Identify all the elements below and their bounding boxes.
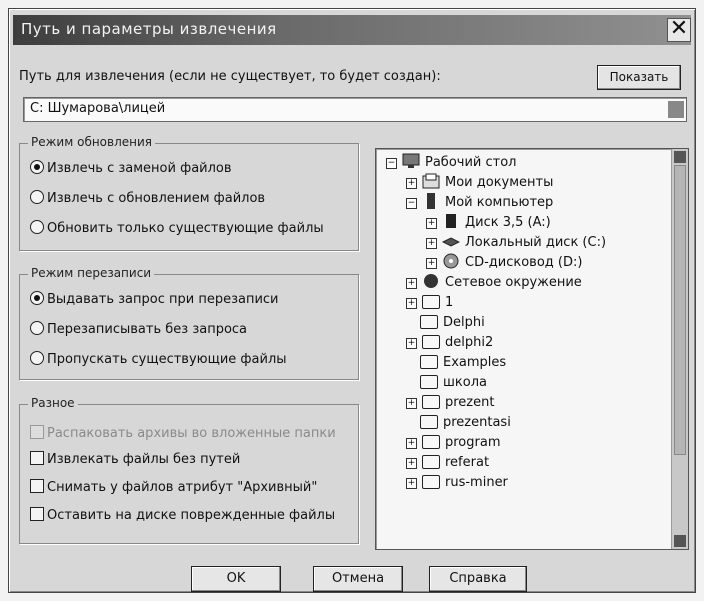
show-button[interactable]: Показать xyxy=(597,65,681,90)
path-label: Путь для извлечения (если не существует,… xyxy=(19,69,441,84)
desktop-icon xyxy=(402,153,420,168)
folder-icon xyxy=(422,395,440,409)
tree-item-folder[interactable]: + rus-miner xyxy=(406,473,508,493)
close-icon: ✕ xyxy=(669,16,689,41)
close-button[interactable]: ✕ xyxy=(667,18,691,42)
network-icon xyxy=(424,274,438,288)
misc-option-archive-attr[interactable]: Снимать у файлов атрибут "Архивный" xyxy=(30,479,317,497)
overwrite-mode-group: Режим перезаписи Выдавать запрос при пер… xyxy=(19,266,359,380)
tree-item-my-computer[interactable]: − Мой компьютер xyxy=(406,193,553,213)
tree-item-desktop[interactable]: − Рабочий стол xyxy=(386,153,516,173)
tree-item-folder[interactable]: +1 xyxy=(406,293,453,313)
overwrite-option-skip[interactable]: Пропускать существующие файлы xyxy=(30,351,287,369)
misc-option-keep-broken[interactable]: Оставить на диске поврежденные файлы xyxy=(30,507,335,525)
radio-icon[interactable] xyxy=(30,351,44,365)
checkbox-icon[interactable] xyxy=(30,507,44,521)
tree-item-folder[interactable]: Delphi xyxy=(420,313,485,333)
checkbox-icon[interactable] xyxy=(30,425,44,439)
folder-tree[interactable]: − Рабочий стол + Мои документы − Мой компью… xyxy=(375,148,689,550)
overwrite-option-noask[interactable]: Перезаписывать без запроса xyxy=(30,321,247,339)
tree-item-my-documents[interactable]: + Мои документы xyxy=(406,173,553,193)
documents-icon xyxy=(422,173,440,189)
dialog-title: Путь и параметры извлечения xyxy=(21,20,277,38)
misc-group: Разное Распаковать архивы во вложенные п… xyxy=(19,396,359,544)
update-option-existing[interactable]: Обновить только существующие файлы xyxy=(30,220,324,238)
cancel-button[interactable]: Отмена xyxy=(313,566,403,592)
path-value: C: Шумарова\лицей xyxy=(30,101,166,116)
folder-icon xyxy=(422,475,440,489)
scroll-thumb[interactable] xyxy=(674,165,686,455)
dropdown-icon[interactable] xyxy=(668,101,684,118)
radio-icon[interactable] xyxy=(30,190,44,204)
extract-dialog: Путь и параметры извлечения ✕ Путь для и… xyxy=(8,8,696,593)
checkbox-icon[interactable] xyxy=(30,479,44,493)
tree-item-folder[interactable]: + delphi2 xyxy=(406,333,493,353)
update-mode-legend: Режим обновления xyxy=(28,135,156,149)
tree-item-folder[interactable]: prezentasi xyxy=(420,413,511,433)
update-option-update[interactable]: Извлечь с обновлением файлов xyxy=(30,190,265,208)
update-mode-group: Режим обновления Извлечь с заменой файло… xyxy=(19,135,359,251)
title-bar[interactable]: Путь и параметры извлечения ✕ xyxy=(13,15,691,45)
tree-item-folder[interactable]: + program xyxy=(406,433,501,453)
misc-option-nopaths[interactable]: Извлекать файлы без путей xyxy=(30,451,240,469)
folder-icon xyxy=(422,455,440,469)
tree-item-folder[interactable]: Examples xyxy=(420,353,506,373)
harddisk-icon xyxy=(442,237,460,247)
tree-item-floppy[interactable]: + Диск 3,5 (A:) xyxy=(426,213,551,233)
overwrite-mode-legend: Режим перезаписи xyxy=(28,266,155,280)
folder-icon xyxy=(420,315,438,329)
folder-icon xyxy=(420,415,438,429)
floppy-icon xyxy=(446,214,456,228)
folder-icon xyxy=(420,375,438,389)
overwrite-option-ask[interactable]: Выдавать запрос при перезаписи xyxy=(30,291,279,309)
tree-item-folder[interactable]: школа xyxy=(420,373,487,393)
folder-icon xyxy=(422,295,440,309)
folder-icon xyxy=(422,435,440,449)
cdrom-icon xyxy=(443,253,459,269)
update-option-replace[interactable]: Извлечь с заменой файлов xyxy=(30,160,232,178)
tree-scrollbar[interactable] xyxy=(671,149,688,549)
help-button[interactable]: Справка xyxy=(429,566,527,592)
folder-icon xyxy=(420,355,438,369)
misc-legend: Разное xyxy=(28,396,78,410)
folder-icon xyxy=(422,335,440,349)
scroll-up-icon[interactable] xyxy=(674,151,686,163)
scroll-down-icon[interactable] xyxy=(674,535,686,547)
radio-icon[interactable] xyxy=(30,220,44,234)
ok-button[interactable]: OK xyxy=(191,566,281,592)
misc-option-nested[interactable]: Распаковать архивы во вложенные папки xyxy=(30,425,336,443)
tree-item-local-disk[interactable]: + Локальный диск (C:) xyxy=(426,233,606,253)
path-input[interactable]: C: Шумарова\лицей xyxy=(23,97,687,122)
tree-item-folder[interactable]: + prezent xyxy=(406,393,494,413)
radio-icon[interactable] xyxy=(30,160,44,174)
tree-item-cdrom[interactable]: + CD-дисковод (D:) xyxy=(426,253,582,273)
computer-icon xyxy=(427,193,435,209)
radio-icon[interactable] xyxy=(30,321,44,335)
tree-item-folder[interactable]: + referat xyxy=(406,453,489,473)
checkbox-icon[interactable] xyxy=(30,451,44,465)
tree-item-network[interactable]: + Сетевое окружение xyxy=(406,273,582,293)
radio-icon[interactable] xyxy=(30,291,44,305)
